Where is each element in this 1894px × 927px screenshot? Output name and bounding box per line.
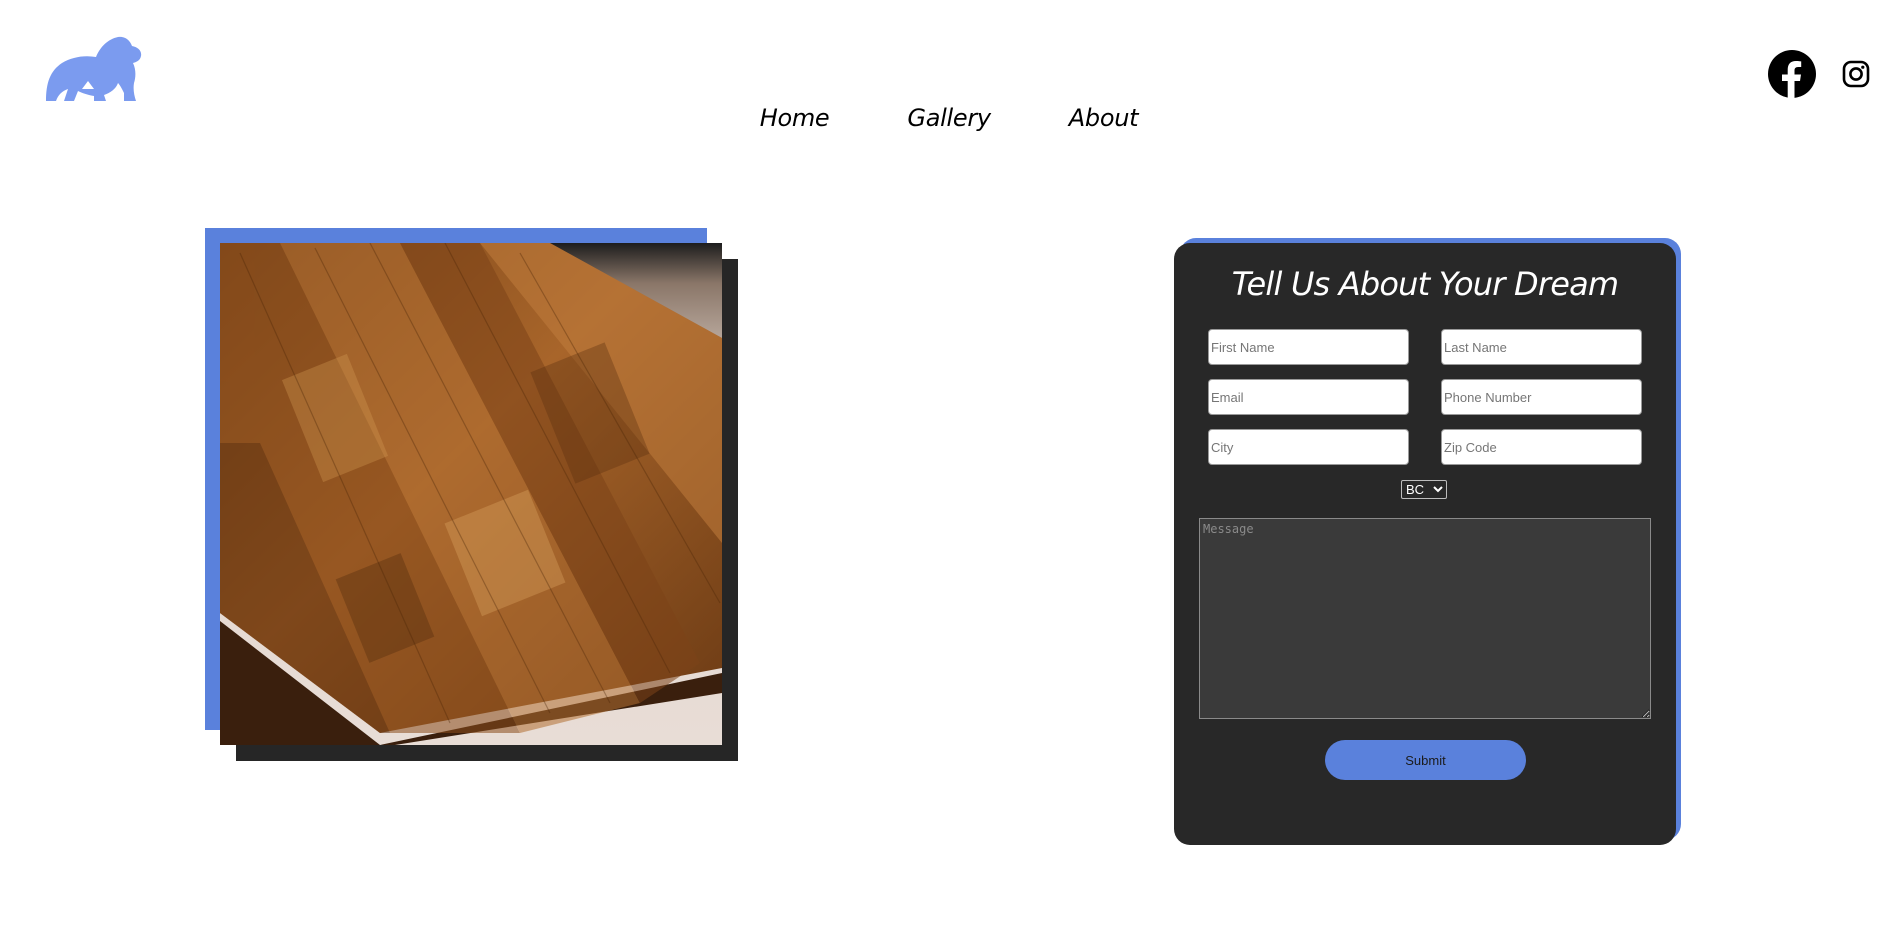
province-select[interactable]: BC <box>1401 480 1447 499</box>
page: Home Gallery About Tell Us About Your Dr… <box>0 0 1894 927</box>
submit-button[interactable]: Submit <box>1325 740 1526 780</box>
form-title: Tell Us About Your Dream <box>1231 265 1619 303</box>
phone-input[interactable] <box>1441 379 1642 415</box>
message-textarea[interactable] <box>1199 518 1651 719</box>
contact-form-card: Tell Us About Your Dream BC Submit <box>1174 243 1676 845</box>
main-nav: Home Gallery About <box>0 104 1894 138</box>
nav-home-link[interactable]: Home <box>760 104 830 138</box>
zip-code-input[interactable] <box>1441 429 1642 465</box>
nav-about-link[interactable]: About <box>1069 104 1139 138</box>
gorilla-icon[interactable] <box>44 33 144 103</box>
city-input[interactable] <box>1208 429 1409 465</box>
cutting-board-photo <box>220 243 722 745</box>
nav-gallery-link[interactable]: Gallery <box>907 104 991 138</box>
facebook-icon[interactable] <box>1768 50 1816 98</box>
first-name-input[interactable] <box>1208 329 1409 365</box>
last-name-input[interactable] <box>1441 329 1642 365</box>
email-input[interactable] <box>1208 379 1409 415</box>
instagram-icon[interactable] <box>1842 60 1870 88</box>
